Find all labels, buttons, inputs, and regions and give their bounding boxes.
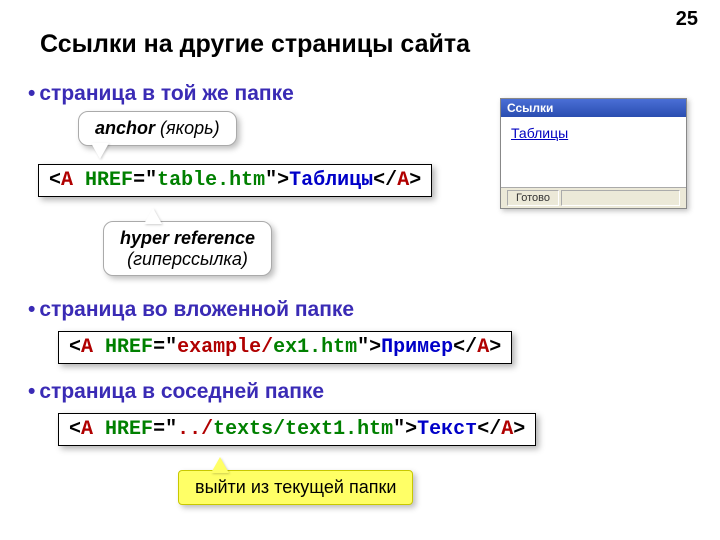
- callout-exit-text: выйти из текущей папки: [195, 477, 396, 497]
- callout-hyper-bold: hyper reference: [120, 228, 255, 249]
- bullet-1-text: страница в той же папке: [39, 82, 293, 105]
- callout-exit: выйти из текущей папки: [178, 470, 413, 505]
- bullet-2-text: страница во вложенной папке: [39, 298, 354, 321]
- callout-anchor-bold: anchor: [95, 118, 155, 138]
- bullet-2: •страница во вложенной папке: [28, 298, 354, 322]
- callout-anchor-rest: (якорь): [155, 118, 220, 138]
- code-box-3: <A HREF="../texts/text1.htm">Текст</A>: [58, 413, 536, 446]
- browser-link[interactable]: Таблицы: [511, 125, 568, 141]
- slide-number: 25: [676, 8, 698, 31]
- bullet-3: •страница в соседней папке: [28, 380, 324, 404]
- browser-status-text: Готово: [507, 190, 559, 206]
- code-box-2: <A HREF="example/ex1.htm">Пример</A>: [58, 331, 512, 364]
- callout-hyper: hyper reference (гиперссылка): [103, 221, 272, 276]
- bullet-dot: •: [28, 380, 35, 403]
- browser-titlebar: Ссылки: [501, 99, 686, 117]
- bullet-3-text: страница в соседней папке: [39, 380, 324, 403]
- page-title: Ссылки на другие страницы сайта: [40, 30, 470, 59]
- browser-status-spacer: [561, 190, 680, 206]
- bullet-1: •страница в той же папке: [28, 82, 294, 106]
- code-box-1: <A HREF="table.htm">Таблицы</A>: [38, 164, 432, 197]
- callout-anchor: anchor (якорь): [78, 111, 237, 146]
- browser-content: Таблицы: [501, 117, 686, 187]
- bullet-dot: •: [28, 298, 35, 321]
- bullet-dot: •: [28, 82, 35, 105]
- callout-hyper-sub: (гиперссылка): [120, 249, 255, 270]
- browser-statusbar: Готово: [501, 187, 686, 208]
- browser-window: Ссылки Таблицы Готово: [500, 98, 687, 209]
